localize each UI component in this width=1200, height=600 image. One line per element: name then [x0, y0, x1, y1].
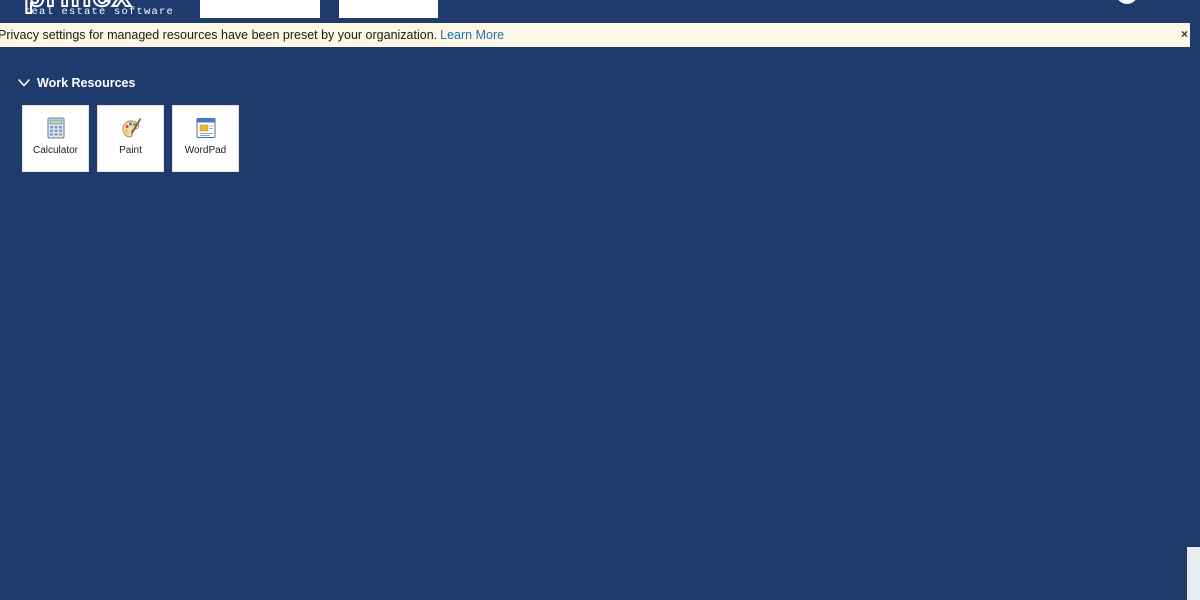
section-title: Work Resources	[37, 76, 136, 90]
privacy-notice-bar: Privacy settings for managed resources h…	[0, 23, 1190, 47]
logo-tagline: real estate software	[24, 6, 175, 18]
close-notice-button[interactable]: ×	[1179, 26, 1190, 42]
resource-tile-paint[interactable]: Paint	[97, 105, 164, 172]
resource-label: Paint	[119, 145, 142, 156]
learn-more-link[interactable]: Learn More	[440, 28, 504, 42]
workspace-page: prinex real estate software Privacy sett…	[0, 0, 1200, 600]
chevron-down-icon	[18, 79, 30, 87]
privacy-notice-message: Privacy settings for managed resources h…	[0, 28, 438, 42]
vertical-scrollbar[interactable]	[1187, 47, 1200, 600]
resource-tile-calculator[interactable]: Calculator	[22, 105, 89, 172]
resource-tile-wordpad[interactable]: WordPad	[172, 105, 239, 172]
header-nav-box-2[interactable]	[339, 0, 438, 18]
calculator-icon	[47, 117, 64, 139]
top-header: prinex real estate software	[0, 0, 1187, 22]
resource-label: WordPad	[184, 145, 227, 156]
work-resources-section-toggle[interactable]: Work Resources	[17, 74, 135, 92]
header-nav-box-1[interactable]	[200, 0, 320, 18]
user-avatar-icon[interactable]	[1116, 0, 1138, 4]
paint-palette-icon	[122, 118, 141, 138]
scrollbar-track-bottom	[1187, 547, 1200, 600]
resource-tile-list: Calculator Paint WordPad	[22, 105, 247, 172]
wordpad-icon	[196, 118, 215, 138]
privacy-notice-text: Privacy settings for managed resources h…	[0, 28, 504, 42]
resource-label: Calculator	[32, 145, 79, 156]
prinex-logo[interactable]: prinex real estate software	[23, 0, 173, 22]
